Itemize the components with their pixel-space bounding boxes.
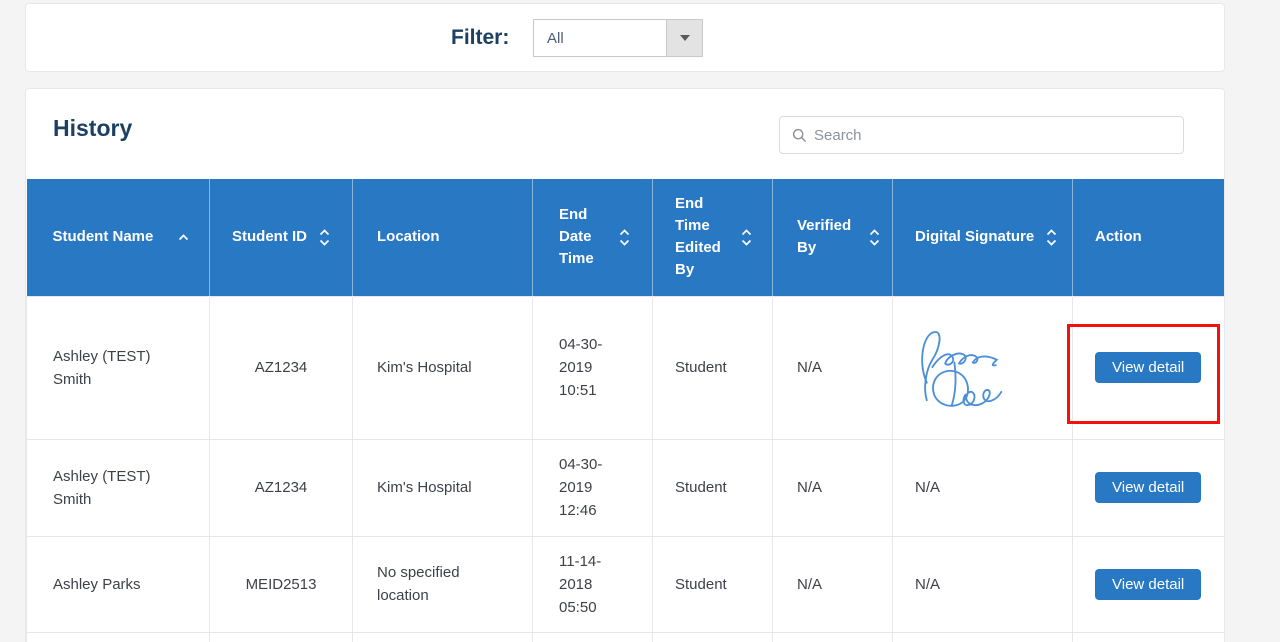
- cell-student-name: Ashley (TEST) Smith: [27, 439, 210, 536]
- cell-end-date-time: 04-30-2019 12:46: [533, 439, 653, 536]
- table-row: Ashley ParksMEID2513No specified locatio…: [27, 536, 1226, 632]
- sort-desc-icon: [319, 239, 330, 246]
- column-header-location: Location: [353, 179, 533, 296]
- sort-asc-icon: [178, 234, 189, 241]
- column-header-action: Action: [1073, 179, 1226, 296]
- sort-icon: [741, 229, 752, 246]
- sort-asc-icon: [741, 229, 752, 236]
- search-box[interactable]: [779, 116, 1184, 154]
- column-label: Verified By: [797, 215, 857, 259]
- history-table: Student Name Student ID Location End Date T…: [26, 179, 1225, 642]
- cell-student-id: MEID2513: [210, 536, 353, 632]
- cell-student-name: Ashley Parks: [27, 536, 210, 632]
- sort-desc-icon: [619, 239, 630, 246]
- cell-end-time-edited-by: Student: [653, 536, 773, 632]
- cell-empty: [893, 632, 1073, 642]
- cell-location: Kim's Hospital: [353, 439, 533, 536]
- cell-empty: [773, 632, 893, 642]
- column-header-end-date-time[interactable]: End Date Time: [533, 179, 653, 296]
- cell-student-id: AZ1234: [210, 296, 353, 439]
- history-panel: History Student Name Student ID Location En…: [25, 88, 1225, 642]
- column-header-student-name[interactable]: Student Name: [27, 179, 210, 296]
- caret-down-icon: [680, 35, 690, 41]
- cell-end-date-time: 11-14-2018 05:50: [533, 536, 653, 632]
- column-label: Student Name: [53, 226, 154, 248]
- cell-verified-by: N/A: [773, 296, 893, 439]
- page: Filter: All History Student NameStudent …: [0, 0, 1280, 642]
- column-label: Action: [1095, 226, 1142, 248]
- column-header-digital-signature[interactable]: Digital Signature: [893, 179, 1073, 296]
- cell-empty: [353, 632, 533, 642]
- signature-image: [913, 325, 1005, 411]
- column-label: End Time Edited By: [675, 193, 729, 281]
- cell-end-time-edited-by: Student: [653, 296, 773, 439]
- sort-asc-icon: [319, 229, 330, 236]
- table-row: Ashley (TEST) SmithAZ1234Kim's Hospital0…: [27, 439, 1226, 536]
- cell-digital-signature: N/A: [893, 536, 1073, 632]
- column-header-verified-by[interactable]: Verified By: [773, 179, 893, 296]
- column-label: Location: [377, 226, 440, 248]
- sort-icon: [619, 229, 630, 246]
- cell-digital-signature: [893, 296, 1073, 439]
- search-input[interactable]: [814, 127, 1171, 144]
- sort-asc-icon: [1046, 229, 1057, 236]
- cell-empty: [653, 632, 773, 642]
- cell-verified-by: N/A: [773, 536, 893, 632]
- cell-empty: [210, 632, 353, 642]
- column-label: End Date Time: [559, 204, 607, 270]
- column-label: Digital Signature: [915, 226, 1034, 248]
- cell-student-id: AZ1234: [210, 439, 353, 536]
- table-row-partial: [27, 632, 1226, 642]
- view-detail-button[interactable]: View detail: [1095, 569, 1201, 600]
- filter-dropdown-value: All: [547, 20, 564, 56]
- cell-digital-signature: N/A: [893, 439, 1073, 536]
- filter-dropdown[interactable]: All: [533, 19, 703, 57]
- table-body: Ashley (TEST) SmithAZ1234Kim's Hospital0…: [27, 296, 1226, 642]
- search-icon: [792, 128, 807, 143]
- sort-asc-icon: [869, 229, 880, 236]
- cell-end-date-time: 04-30-2019 10:51: [533, 296, 653, 439]
- view-detail-button[interactable]: View detail: [1095, 472, 1201, 503]
- sort-icon: [1046, 229, 1057, 246]
- cell-verified-by: N/A: [773, 439, 893, 536]
- sort-icon: [319, 229, 330, 246]
- sort-asc-icon: [619, 229, 630, 236]
- cell-action: View detail: [1073, 536, 1226, 632]
- column-header-end-time-edited-by[interactable]: End Time Edited By: [653, 179, 773, 296]
- column-label: Student ID: [232, 226, 307, 248]
- table-row: Ashley (TEST) SmithAZ1234Kim's Hospital0…: [27, 296, 1226, 439]
- cell-empty: [27, 632, 210, 642]
- cell-empty: [533, 632, 653, 642]
- cell-student-name: Ashley (TEST) Smith: [27, 296, 210, 439]
- column-header-student-id[interactable]: Student ID: [210, 179, 353, 296]
- page-title: History: [53, 115, 132, 142]
- cell-end-time-edited-by: Student: [653, 439, 773, 536]
- sort-desc-icon: [1046, 239, 1057, 246]
- sort-desc-icon: [741, 239, 752, 246]
- cell-action: View detail: [1073, 296, 1226, 439]
- cell-location: No specified location: [353, 536, 533, 632]
- filter-dropdown-button[interactable]: [666, 20, 702, 56]
- sort-icon: [178, 234, 189, 241]
- sort-desc-icon: [869, 239, 880, 246]
- cell-action: View detail: [1073, 439, 1226, 536]
- cell-location: Kim's Hospital: [353, 296, 533, 439]
- filter-bar: Filter: All: [25, 3, 1225, 72]
- table-header-row: Student Name Student ID Location End Date T…: [27, 179, 1226, 296]
- cell-empty: [1073, 632, 1226, 642]
- filter-label: Filter:: [451, 4, 509, 71]
- view-detail-button[interactable]: View detail: [1095, 352, 1201, 383]
- sort-icon: [869, 229, 880, 246]
